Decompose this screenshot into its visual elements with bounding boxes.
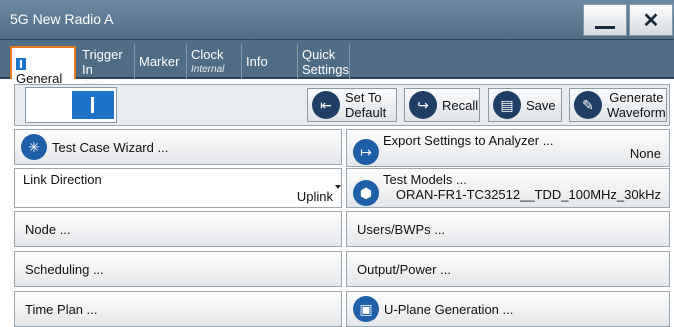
set-to-default-label: Set To Default: [345, 90, 386, 120]
tab-quick-settings-label2: Settings: [302, 62, 349, 77]
save-label: Save: [526, 97, 556, 113]
recall-label: Recall: [442, 97, 479, 113]
set-to-default-icon: ⇤: [312, 91, 340, 119]
minimize-icon: [595, 25, 615, 29]
link-direction-select[interactable]: Link Direction Uplink: [14, 168, 342, 208]
generate-waveform-label: Generate Waveform: [607, 90, 666, 120]
output-power-label: Output/Power ...: [357, 261, 451, 277]
users-bwps-button[interactable]: Users/BWPs ...: [346, 211, 670, 247]
test-models-value: ORAN-FR1-TC32512__TDD_100MHz_30kHz: [395, 187, 661, 202]
generate-waveform-icon: ✎: [574, 91, 602, 119]
save-icon: ▤: [493, 91, 521, 119]
export-settings-button[interactable]: ↦ Export Settings to Analyzer ... None: [346, 129, 670, 167]
tab-clock[interactable]: Clock Internal: [187, 44, 242, 79]
generate-waveform-button[interactable]: ✎ Generate Waveform: [569, 88, 667, 122]
tab-info-label: Info: [246, 54, 268, 69]
users-bwps-label: Users/BWPs ...: [357, 221, 446, 237]
test-models-label: Test Models ...: [383, 172, 467, 187]
close-icon: ✕: [642, 9, 660, 32]
export-settings-value: None: [629, 146, 661, 161]
minimize-button[interactable]: [583, 4, 627, 36]
link-direction-label: Link Direction: [23, 172, 102, 187]
test-case-wizard-label: Test Case Wizard ...: [52, 139, 169, 155]
toggle-on-indicator: [72, 91, 114, 119]
window-title: 5G New Radio A: [10, 11, 114, 27]
tab-info[interactable]: Info: [242, 44, 298, 79]
scheduling-button[interactable]: Scheduling ...: [14, 251, 342, 287]
tab-quick-settings-label: Quick: [302, 47, 336, 62]
tab-clock-sub: Internal: [191, 64, 225, 75]
tab-trigger-in-label: Trigger In: [82, 47, 123, 77]
test-models-icon: ⬢: [353, 180, 379, 206]
link-direction-value: Uplink: [296, 189, 333, 204]
recall-button[interactable]: ↪ Recall: [404, 88, 480, 122]
dropdown-arrow-icon: [335, 185, 341, 189]
node-label: Node ...: [25, 221, 71, 237]
toolbar: ⇤ Set To Default ↪ Recall ▤ Save ✎ Gener…: [14, 84, 670, 126]
tab-general[interactable]: General: [10, 46, 76, 86]
title-bar: 5G New Radio A ✕: [0, 0, 674, 40]
uplane-generation-button[interactable]: ▣ U-Plane Generation ...: [346, 291, 670, 327]
tab-quick-settings[interactable]: Quick Settings: [298, 44, 350, 79]
tab-marker[interactable]: Marker: [135, 44, 187, 79]
generate-label-line1: Generate: [609, 90, 664, 105]
export-settings-label: Export Settings to Analyzer ...: [383, 133, 554, 148]
state-toggle[interactable]: [25, 87, 117, 123]
uplane-generation-label: U-Plane Generation ...: [384, 301, 514, 317]
scheduling-label: Scheduling ...: [25, 261, 104, 277]
set-to-default-button[interactable]: ⇤ Set To Default: [307, 88, 397, 122]
close-button[interactable]: ✕: [629, 4, 673, 36]
time-plan-label: Time Plan ...: [25, 301, 98, 317]
output-power-button[interactable]: Output/Power ...: [346, 251, 670, 287]
set-to-default-label-line2: Default: [345, 105, 387, 120]
tab-bar: General Trigger In Auto Marker Clock Int…: [0, 40, 674, 90]
node-button[interactable]: Node ...: [14, 211, 342, 247]
save-button[interactable]: ▤ Save: [488, 88, 562, 122]
wizard-star-icon: ✳: [21, 134, 47, 160]
test-case-wizard-button[interactable]: ✳ Test Case Wizard ...: [14, 129, 342, 165]
power-on-icon: [16, 58, 26, 70]
export-icon: ↦: [353, 139, 379, 165]
tab-trigger-in[interactable]: Trigger In Auto: [78, 44, 135, 90]
time-plan-button[interactable]: Time Plan ...: [14, 291, 342, 327]
generate-label-line2: Waveform: [607, 105, 666, 120]
test-models-button[interactable]: ⬢ Test Models ... ORAN-FR1-TC32512__TDD_…: [346, 168, 670, 208]
tab-clock-label: Clock: [191, 47, 224, 62]
tab-marker-label: Marker: [139, 54, 180, 69]
recall-icon: ↪: [409, 91, 437, 119]
document-gear-icon: ▣: [353, 296, 379, 322]
set-to-default-label-line1: Set To: [345, 90, 382, 105]
